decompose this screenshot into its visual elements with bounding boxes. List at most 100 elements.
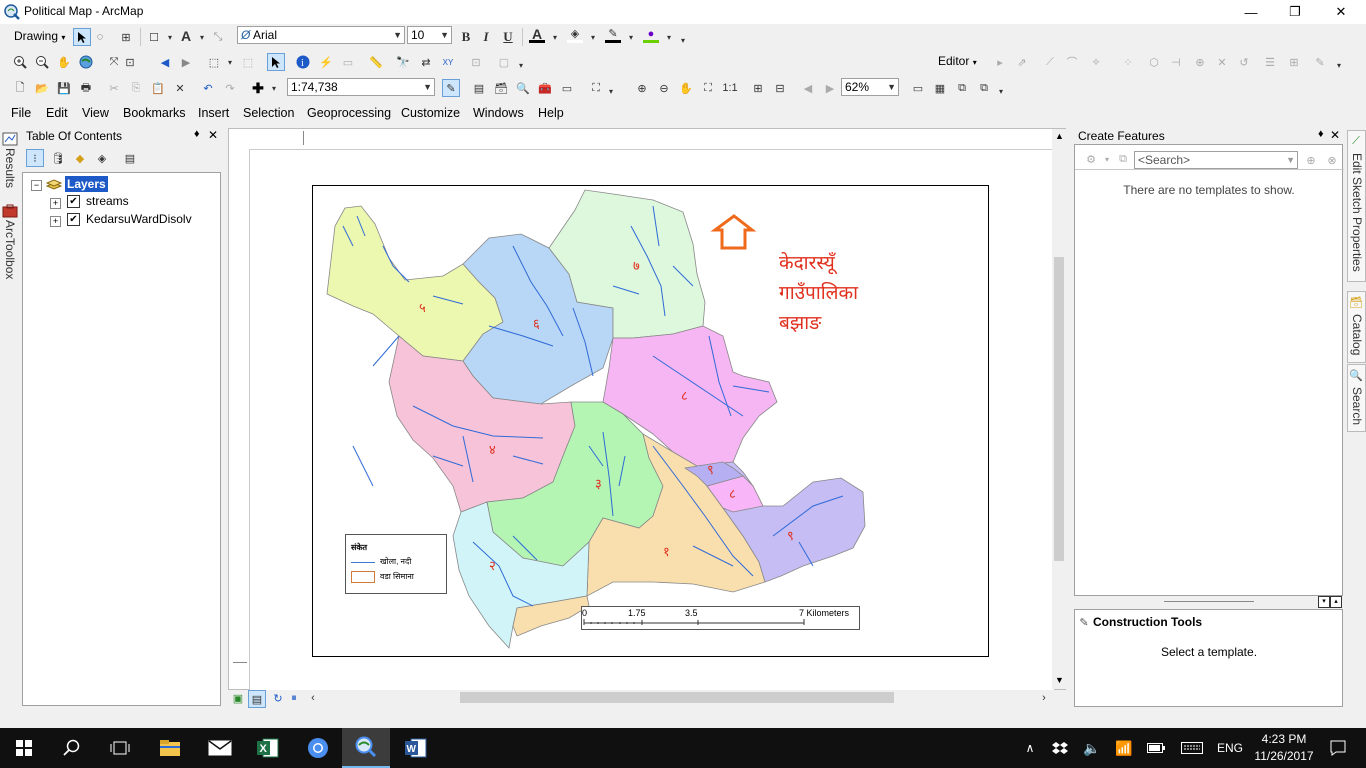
dropbox-icon[interactable] [1048, 728, 1072, 768]
bold-button[interactable]: B [458, 29, 474, 45]
viewer-icon[interactable]: ▢ [496, 54, 512, 70]
search-templates-icon[interactable]: ⊕ [1303, 152, 1319, 168]
toolbar-options-3-icon[interactable]: ▾ [1334, 57, 1344, 73]
task-view-icon[interactable] [96, 728, 144, 768]
layout-back-icon[interactable]: ◀ [800, 80, 816, 96]
catalog-tab-box[interactable]: 🗃 Catalog [1347, 291, 1366, 363]
cut-icon[interactable]: ✂ [106, 80, 122, 96]
splitter-expand-icon[interactable]: ▴ [1330, 596, 1342, 608]
streams-checkbox[interactable]: ✔ [67, 195, 80, 208]
fixed-zoom-out-icon[interactable]: ⊡ [122, 54, 138, 70]
paste-icon[interactable]: 📋 [150, 80, 166, 96]
zoom-whole-page-icon[interactable]: ⊞ [118, 29, 134, 45]
layers-collapse-toggle[interactable]: − [31, 180, 42, 191]
arctoolbox-tab-icon[interactable] [2, 204, 18, 218]
text-dropdown-icon[interactable]: ▾ [194, 29, 210, 45]
rotate-edit-icon[interactable]: ✕ [1214, 54, 1230, 70]
map-scale-select[interactable]: 1:74,738 ▼ [287, 78, 435, 96]
show-hidden-icons-icon[interactable]: ∧ [1018, 728, 1042, 768]
fixed-zoom-in-layout-icon[interactable]: ⊞ [750, 80, 766, 96]
clear-selection-icon[interactable]: ⬚ [240, 54, 256, 70]
menu-view[interactable]: View [82, 106, 109, 120]
drawing-menu[interactable]: Drawing ▾ [14, 29, 65, 43]
vertical-scroll-thumb[interactable] [1054, 257, 1064, 561]
delete-icon[interactable]: ✕ [172, 80, 188, 96]
organize-templates-icon[interactable]: ⚙ [1083, 151, 1099, 167]
scroll-right-icon[interactable]: › [1036, 690, 1052, 706]
line-color-icon[interactable]: ✎ [605, 27, 621, 43]
toolbar-options-4-icon[interactable]: ▾ [606, 83, 616, 99]
text-tool-icon[interactable]: A [178, 28, 194, 44]
arctoolbox-tab[interactable]: ArcToolbox [3, 220, 17, 279]
cut-polygons-icon[interactable]: ⊣ [1168, 54, 1184, 70]
menu-insert[interactable]: Insert [198, 106, 229, 120]
select-elements-icon[interactable] [73, 28, 91, 46]
pan-icon[interactable]: ✋ [56, 54, 72, 70]
hyperlink-icon[interactable]: ⚡ [318, 54, 334, 70]
toc-options-icon[interactable]: ▤ [122, 150, 138, 166]
toc-close-icon[interactable]: ✕ [208, 128, 218, 142]
menu-file[interactable]: File [11, 106, 31, 120]
language-indicator[interactable]: ENG [1212, 728, 1248, 768]
toggle-draft-mode-icon[interactable]: ▭ [910, 80, 926, 96]
toolbar-options-2-icon[interactable]: ▾ [516, 57, 526, 73]
layout-view[interactable]: १ २ ३ ४ ५ ६ ७ ८ ८ ९ ९ केदारस्यूँ गाउँपाल… [228, 128, 1066, 690]
marker-color-dropdown-icon[interactable]: ▾ [661, 29, 677, 45]
undo-edit-icon[interactable]: ↺ [1236, 54, 1252, 70]
file-explorer-icon[interactable] [146, 728, 194, 768]
save-icon[interactable]: 💾 [56, 80, 72, 96]
scroll-left-icon[interactable]: ‹ [305, 690, 321, 706]
fixed-zoom-in-icon[interactable]: ⤧ [106, 54, 122, 70]
zoom-100-percent-icon[interactable]: 1:1 [722, 80, 738, 96]
edit-sketch-properties-tab-box[interactable]: ⟋ Edit Sketch Properties [1347, 130, 1366, 282]
python-window-icon[interactable]: ▭ [559, 80, 575, 96]
add-data-dropdown-icon[interactable]: ▾ [266, 80, 282, 96]
catalog-window-icon[interactable]: 🗃 [493, 80, 509, 96]
editor-toolbar-toggle-icon[interactable]: ✎ [442, 79, 460, 97]
menu-geoprocessing[interactable]: Geoprocessing [307, 106, 391, 120]
trace-icon[interactable]: ⟡ [1088, 54, 1104, 70]
fixed-zoom-out-layout-icon[interactable]: ⊟ [772, 80, 788, 96]
layers-group-label[interactable]: Layers [65, 176, 108, 192]
add-data-icon[interactable]: ✚ [250, 80, 266, 96]
edit-sketch-properties-tab[interactable]: Edit Sketch Properties [1350, 153, 1364, 272]
splitter-collapse-icon[interactable]: ▾ [1318, 596, 1330, 608]
menu-windows[interactable]: Windows [473, 106, 524, 120]
font-color-dropdown-icon[interactable]: ▾ [547, 29, 563, 45]
find-icon[interactable]: 🔭 [395, 54, 411, 70]
new-document-icon[interactable]: 🗋 [12, 80, 28, 96]
find-route-icon[interactable]: ⇄ [418, 54, 434, 70]
rectangle-dropdown-icon[interactable]: ▾ [162, 29, 178, 45]
go-forward-icon[interactable]: ▶ [178, 54, 194, 70]
copy-icon[interactable]: ⎘ [128, 80, 144, 96]
layout-forward-icon[interactable]: ▶ [822, 80, 838, 96]
select-features-icon[interactable]: ⬚ [206, 54, 222, 70]
volume-icon[interactable]: 🔈 [1080, 728, 1104, 768]
excel-icon[interactable]: X [244, 728, 292, 768]
results-tab[interactable]: Results [3, 148, 17, 188]
clear-search-icon[interactable]: ⊗ [1324, 152, 1340, 168]
editor-menu[interactable]: Editor ▾ [938, 54, 977, 68]
measure-icon[interactable]: 📏 [368, 54, 384, 70]
ward-layer-expand-toggle[interactable]: + [50, 216, 61, 227]
edit-vertices-2-icon[interactable]: ⁘ [1120, 54, 1136, 70]
marker-color-icon[interactable]: ● [643, 27, 659, 43]
reshape-icon[interactable]: ⬡ [1146, 54, 1162, 70]
redo-icon[interactable]: ↷ [222, 80, 238, 96]
toc-pin-icon[interactable]: ♦ [194, 128, 200, 140]
arcmap-taskbar-icon[interactable] [342, 728, 390, 768]
wifi-icon[interactable]: 📶 [1112, 728, 1136, 768]
streams-layer-label[interactable]: streams [86, 194, 129, 208]
zoom-whole-page-2-icon[interactable]: ⛶ [700, 80, 716, 96]
menu-bookmarks[interactable]: Bookmarks [123, 106, 186, 120]
streams-expand-toggle[interactable]: + [50, 198, 61, 209]
layout-zoom-out-icon[interactable]: ⊖ [656, 80, 672, 96]
layout-view-button[interactable]: ▤ [248, 690, 266, 708]
menu-help[interactable]: Help [538, 106, 564, 120]
sketch-properties-icon[interactable]: ⊞ [1286, 54, 1302, 70]
results-tab-icon[interactable] [2, 132, 18, 146]
chrome-icon[interactable] [294, 728, 342, 768]
ward-layer-label[interactable]: KedarsuWardDisolv [86, 212, 192, 226]
data-driven-pages-icon[interactable]: ⧉ [976, 80, 992, 96]
create-features-close-icon[interactable]: ✕ [1330, 128, 1340, 142]
